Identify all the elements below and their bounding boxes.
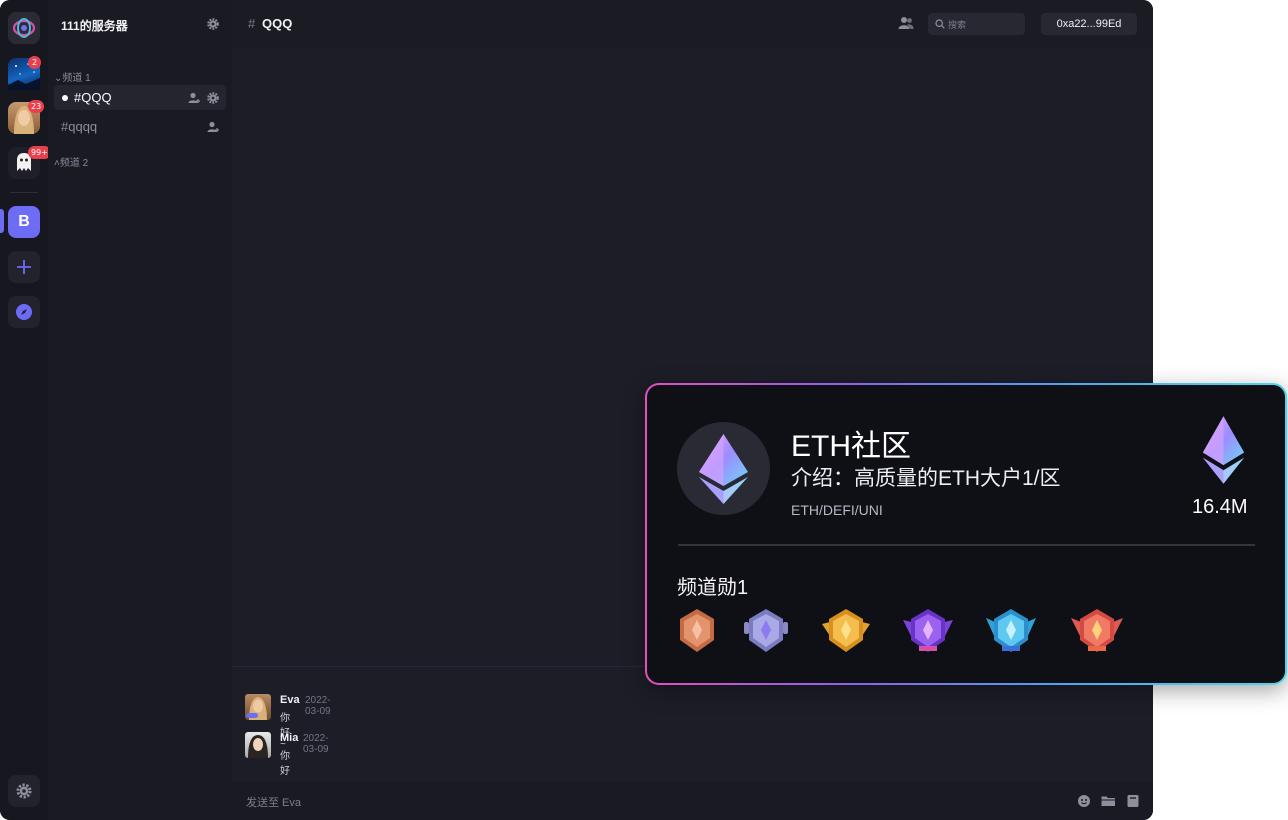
composer-placeholder: 发送至 Eva: [246, 797, 302, 809]
server-settings-icon[interactable]: [206, 17, 220, 31]
server-b[interactable]: B: [8, 206, 40, 238]
add-member-icon[interactable]: [206, 120, 220, 134]
bronze-medal-icon[interactable]: [671, 608, 723, 654]
eth-token-icon: [1202, 416, 1245, 484]
channel-settings-icon[interactable]: [206, 91, 220, 105]
message-author[interactable]: Eva: [280, 694, 300, 706]
selected-indicator: [0, 209, 4, 233]
folder-icon[interactable]: [1101, 795, 1116, 807]
search-placeholder: 搜索: [948, 20, 967, 30]
cyan-medal-icon[interactable]: [985, 608, 1037, 654]
message-author[interactable]: Mia: [280, 732, 298, 744]
message-composer[interactable]: 发送至 Eva: [232, 781, 1153, 820]
plus-icon: [17, 260, 31, 274]
unread-badge: 2: [28, 56, 41, 69]
add-member-icon[interactable]: [187, 91, 201, 105]
silver-medal-icon[interactable]: [740, 608, 792, 654]
community-title: ETH社区: [791, 430, 911, 463]
server-rail: 2 23 99+ B: [0, 0, 51, 820]
add-server-button[interactable]: [8, 251, 40, 283]
emoji-icon[interactable]: [1077, 794, 1091, 808]
community-logo: [677, 422, 770, 515]
community-intro: 介绍：高质量的ETH大户1/区: [791, 467, 1061, 490]
logo-icon: [12, 18, 36, 38]
channel-title: QQQ: [262, 16, 293, 31]
channel-sidebar: 111的服务器 ⌄频道 1 #QQQ #qqqq ˄频道 2: [48, 0, 232, 820]
home-logo[interactable]: [8, 12, 40, 44]
purple-medal-icon[interactable]: [902, 608, 954, 654]
card-divider: [678, 544, 1255, 546]
server-name: 111的服务器: [61, 19, 128, 33]
compass-icon: [16, 304, 32, 320]
category-2[interactable]: ˄频道 2: [54, 154, 88, 169]
search-input[interactable]: 搜索: [928, 13, 1025, 35]
channel-label: #qqqq: [61, 119, 98, 134]
category-1[interactable]: ⌄频道 1: [54, 69, 91, 84]
rail-divider: [10, 192, 38, 193]
gear-icon: [16, 783, 32, 799]
channel-qqq[interactable]: #QQQ: [54, 85, 226, 110]
file-icon[interactable]: [1127, 794, 1139, 808]
members-icon[interactable]: [898, 16, 914, 30]
community-card: ETH社区 介绍：高质量的ETH大户1/区 ETH/DEFI/UNI 16.4M…: [645, 383, 1287, 685]
avatar[interactable]: [245, 694, 271, 720]
search-icon: [935, 19, 945, 29]
avatar[interactable]: [245, 732, 271, 758]
message-date: 2022-03-09: [303, 733, 329, 755]
user-settings-button[interactable]: [8, 775, 40, 807]
red-medal-icon[interactable]: [1071, 608, 1123, 654]
avatar-mia-icon: [248, 735, 268, 758]
active-dot: [62, 95, 68, 101]
token-value: 16.4M: [1192, 496, 1248, 518]
medal-section-title: 频道勋1: [677, 577, 749, 599]
gold-medal-icon[interactable]: [820, 608, 872, 654]
message-date: 2022-03-09: [305, 695, 331, 717]
community-tags: ETH/DEFI/UNI: [791, 502, 883, 518]
channel-label: #QQQ: [74, 90, 112, 105]
channel-qqqq[interactable]: #qqqq: [54, 114, 226, 139]
explore-button[interactable]: [8, 296, 40, 328]
avatar-eva-icon: [246, 697, 267, 720]
hash-icon: #: [248, 16, 256, 31]
wallet-address-button[interactable]: 0xa22...99Ed: [1041, 13, 1137, 35]
unread-badge: 23: [28, 100, 45, 113]
top-bar: # QQQ 搜索 0xa22...99Ed: [232, 0, 1153, 47]
eth-logo-icon: [699, 434, 748, 504]
